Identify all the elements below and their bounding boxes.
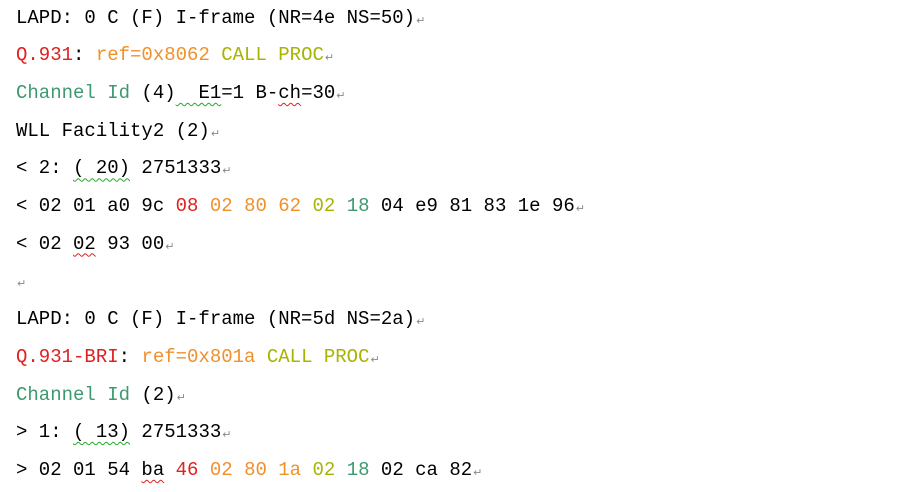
text-segment: 02 [312,458,347,481]
text-line: < 02 01 a0 9c 08 02 80 62 02 18 04 e9 81… [16,188,585,226]
text-segment: E1 [175,81,222,104]
paragraph-mark-icon: ↵ [222,164,232,178]
text-segment: > 1: [16,421,74,444]
text-line: WLL Facility2 (2)↵ [16,113,220,151]
text-segment: < 2: [16,157,74,180]
paragraph-mark-icon: ↵ [575,202,585,215]
text-line: < 02 02 93 00↵ [16,226,174,264]
text-line: LAPD: 0 C (F) I-frame (NR=4e NS=50)↵ [16,0,425,37]
text-segment: 08 [175,195,210,217]
text-line: Channel Id (4) E1=1 B-ch=30↵ [16,75,346,113]
text-segment: =1 B- [221,81,279,104]
text-segment: CALL PROC [221,44,324,67]
text-segment: Q.931 [16,44,74,67]
text-segment: ch [278,81,302,104]
paragraph-mark-icon: ↵ [416,315,426,329]
text-segment [164,459,175,481]
paragraph-mark-icon: ↵ [336,88,346,102]
text-segment: 2751333 [130,421,222,444]
text-segment: 02 [73,232,96,255]
text-segment: 18 [346,195,381,217]
text-segment: : [118,345,142,368]
text-segment: Channel Id [16,383,131,406]
text-segment: LAPD: 0 C (F) I-frame (NR=4e NS=50) [16,6,416,29]
text-segment: Channel Id [16,81,131,104]
paragraph-mark-icon: ↵ [222,428,232,442]
text-segment: > 02 01 54 [16,458,142,481]
text-segment: ba [141,458,165,481]
text-segment: Q.931-BRI [16,345,119,368]
text-segment: ref=0x801a [141,345,267,368]
paragraph-mark-icon: ↵ [17,277,27,291]
paragraph-mark-icon: ↵ [165,239,175,253]
text-segment: : [73,44,96,67]
text-segment: 93 00 [95,232,165,255]
text-segment: (4) [130,81,176,104]
text-line: > 1: ( 13) 2751333↵ [16,414,231,452]
paragraph-mark-icon: ↵ [176,390,186,404]
paragraph-mark-icon: ↵ [416,13,426,27]
text-line: < 2: ( 20) 2751333↵ [16,150,231,188]
text-line: ↵ [16,263,26,301]
paragraph-mark-icon: ↵ [210,126,221,140]
paragraph-mark-icon: ↵ [473,465,483,479]
text-segment: LAPD: 0 C (F) I-frame (NR=5d NS=2a) [16,308,416,331]
text-segment: WLL Facility2 (2) [16,119,210,142]
text-line: LAPD: 0 C (F) I-frame (NR=5d NS=2a)↵ [16,301,425,339]
text-segment: 02 ca 82 [380,458,473,481]
text-segment: ref=0x8062 [95,44,222,67]
text-segment: =30 [301,81,336,104]
text-line: Channel Id (2)↵ [16,377,186,415]
text-line: > 02 01 54 ba 46 02 80 1a 02 18 02 ca 82… [16,452,482,490]
text-segment: ( 13) [73,421,131,444]
text-segment: 46 [175,458,210,481]
text-segment: 04 e9 81 83 1e 96 [380,195,575,217]
text-segment: 2751333 [130,157,222,180]
text-segment: 02 80 1a [209,458,313,481]
text-segment: 02 [312,195,347,217]
text-segment: CALL PROC [266,345,370,368]
paragraph-mark-icon: ↵ [324,51,335,65]
text-segment: ( 20) [73,157,131,180]
text-segment: (2) [130,383,176,406]
text-segment: < 02 [16,232,74,255]
text-segment: < 02 01 a0 9c [16,195,176,217]
text-line: Q.931-BRI: ref=0x801a CALL PROC↵ [16,339,380,377]
text-segment: 18 [346,458,381,481]
text-line: Q.931: ref=0x8062 CALL PROC↵ [16,37,334,75]
text-segment: 02 80 62 [209,195,313,217]
paragraph-mark-icon: ↵ [370,352,380,366]
